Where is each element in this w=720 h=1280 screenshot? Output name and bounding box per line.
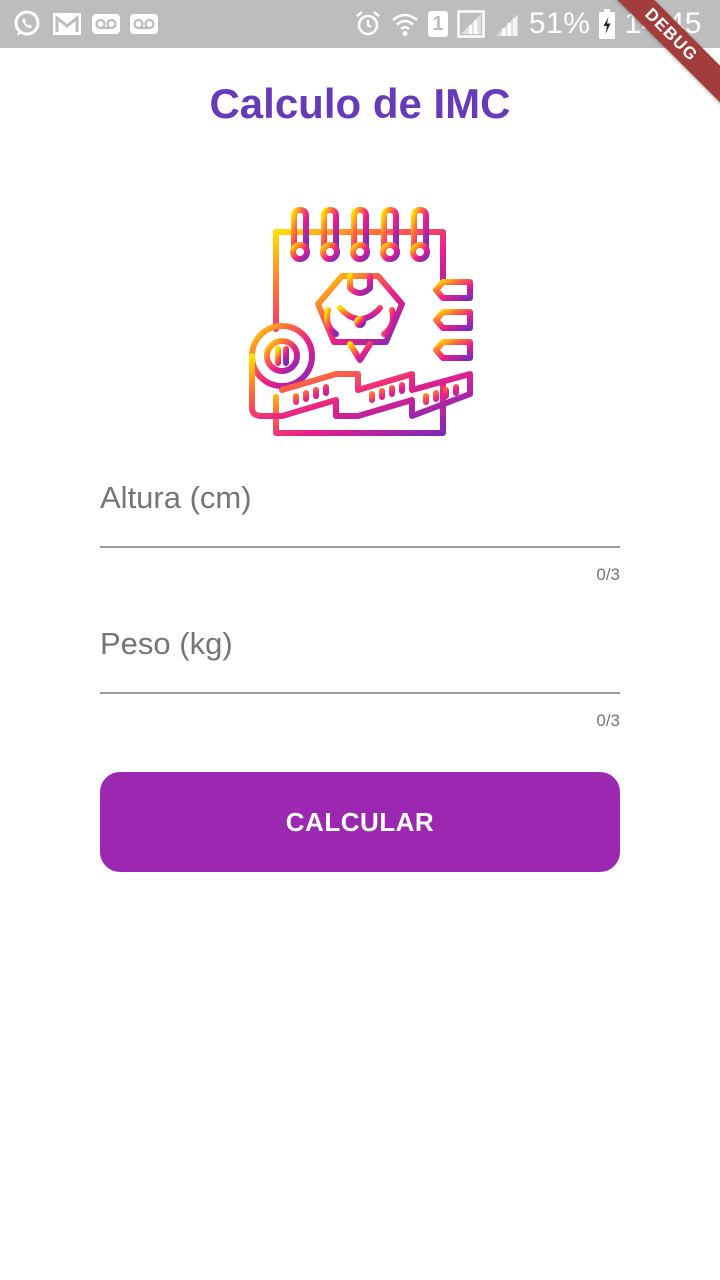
weight-input[interactable] bbox=[100, 616, 620, 694]
weight-field: 0/3 bbox=[100, 616, 620, 732]
calculate-button[interactable]: CALCULAR bbox=[100, 772, 620, 872]
alarm-icon bbox=[354, 10, 382, 38]
height-char-counter: 0/3 bbox=[596, 565, 620, 584]
screen: 1 51% DEBUG Calculo de IMC Altura (cm) 0… bbox=[0, 0, 720, 1280]
notification-icons bbox=[12, 8, 158, 40]
signal-icon bbox=[494, 10, 520, 38]
wifi-icon bbox=[391, 10, 419, 38]
notebook-measuring-tape-icon bbox=[244, 204, 476, 440]
page-title: Calculo de IMC bbox=[209, 80, 511, 127]
battery-charging-icon bbox=[599, 9, 616, 39]
weight-char-counter: 0/3 bbox=[596, 711, 620, 730]
status-bar: 1 51% bbox=[0, 0, 720, 48]
whatsapp-icon bbox=[12, 9, 42, 39]
height-input[interactable] bbox=[100, 470, 620, 548]
gmail-icon bbox=[52, 11, 82, 37]
sim-1-icon: 1 bbox=[427, 11, 448, 37]
voicemail-icon bbox=[92, 14, 120, 34]
height-field: 0/3 bbox=[100, 470, 620, 586]
signal-icon bbox=[457, 10, 485, 38]
battery-percent: 51% bbox=[528, 7, 591, 40]
voicemail-icon bbox=[130, 14, 158, 34]
